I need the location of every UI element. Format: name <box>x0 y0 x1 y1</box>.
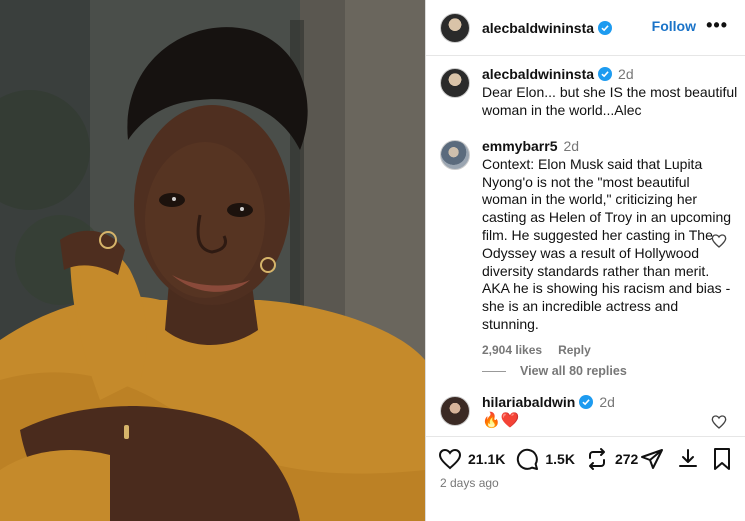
comment-text: Context: Elon Musk said that Lupita Nyon… <box>482 155 732 332</box>
caption-text: Dear Elon... but she IS the most beautif… <box>482 83 738 118</box>
instagram-post: alecbaldwininsta Follow ••• alecbaldwini… <box>0 0 745 521</box>
post-photo[interactable] <box>0 0 425 521</box>
like-button[interactable]: 21.1K <box>438 447 505 471</box>
username[interactable]: alecbaldwininsta <box>482 20 594 36</box>
post-timestamp: 2 days ago <box>440 476 499 490</box>
comment-icon[interactable] <box>515 447 539 471</box>
like-comment-heart-icon[interactable] <box>711 414 727 430</box>
avatar[interactable] <box>440 140 470 170</box>
comment-meta: 2,904 likes Reply <box>482 342 738 360</box>
repost-button[interactable]: 272 <box>585 447 638 471</box>
caption-time: 2d <box>618 66 634 82</box>
verified-badge-icon <box>579 395 594 409</box>
comment-count: 1.5K <box>545 450 575 467</box>
portrait-image <box>0 0 425 521</box>
comment-time: 2d <box>599 394 615 410</box>
reply-button[interactable]: Reply <box>558 343 591 357</box>
caption-username[interactable]: alecbaldwininsta <box>482 66 594 82</box>
comment-button[interactable]: 1.5K <box>515 447 575 471</box>
verified-badge-icon <box>598 20 613 35</box>
view-replies-link[interactable]: View all 80 replies <box>482 364 627 378</box>
follow-button[interactable]: Follow <box>652 18 696 34</box>
like-comment-heart-icon[interactable] <box>711 233 727 249</box>
share-icon[interactable] <box>640 447 664 471</box>
caption: alecbaldwininsta 2d Dear Elon... but she … <box>440 66 740 119</box>
action-bar: 21.1K 1.5K 272 <box>426 436 745 480</box>
avatar[interactable] <box>440 68 470 98</box>
verified-badge-icon <box>598 67 613 81</box>
comment-body: emmybarr5 2d Context: Elon Musk said that… <box>482 138 738 360</box>
like-count: 21.1K <box>468 450 506 467</box>
caption-body: alecbaldwininsta 2d Dear Elon... but she … <box>482 66 738 119</box>
bookmark-icon[interactable] <box>710 447 734 471</box>
download-icon[interactable] <box>676 447 700 471</box>
comment-username[interactable]: hilariabaldwin <box>482 394 575 410</box>
post-header: alecbaldwininsta Follow ••• <box>426 0 745 56</box>
comment-username[interactable]: emmybarr5 <box>482 138 558 154</box>
avatar[interactable] <box>440 396 470 426</box>
view-replies-label[interactable]: View all 80 replies <box>520 364 627 378</box>
heart-icon[interactable] <box>438 447 462 471</box>
comment-time: 2d <box>563 138 580 154</box>
comment: hilariabaldwin 2d 🔥❤️ <box>440 394 740 430</box>
more-options-icon[interactable]: ••• <box>706 16 728 34</box>
divider <box>482 370 506 372</box>
repost-icon[interactable] <box>585 447 609 471</box>
comment-text: 🔥❤️ <box>482 411 520 429</box>
post-sidebar: alecbaldwininsta Follow ••• alecbaldwini… <box>425 0 745 521</box>
avatar[interactable] <box>440 12 470 43</box>
comment: emmybarr5 2d Context: Elon Musk said that… <box>440 138 740 360</box>
comment-body: hilariabaldwin 2d 🔥❤️ <box>482 394 738 430</box>
comment-likes[interactable]: 2,904 likes <box>482 343 542 357</box>
repost-count: 272 <box>614 450 639 467</box>
